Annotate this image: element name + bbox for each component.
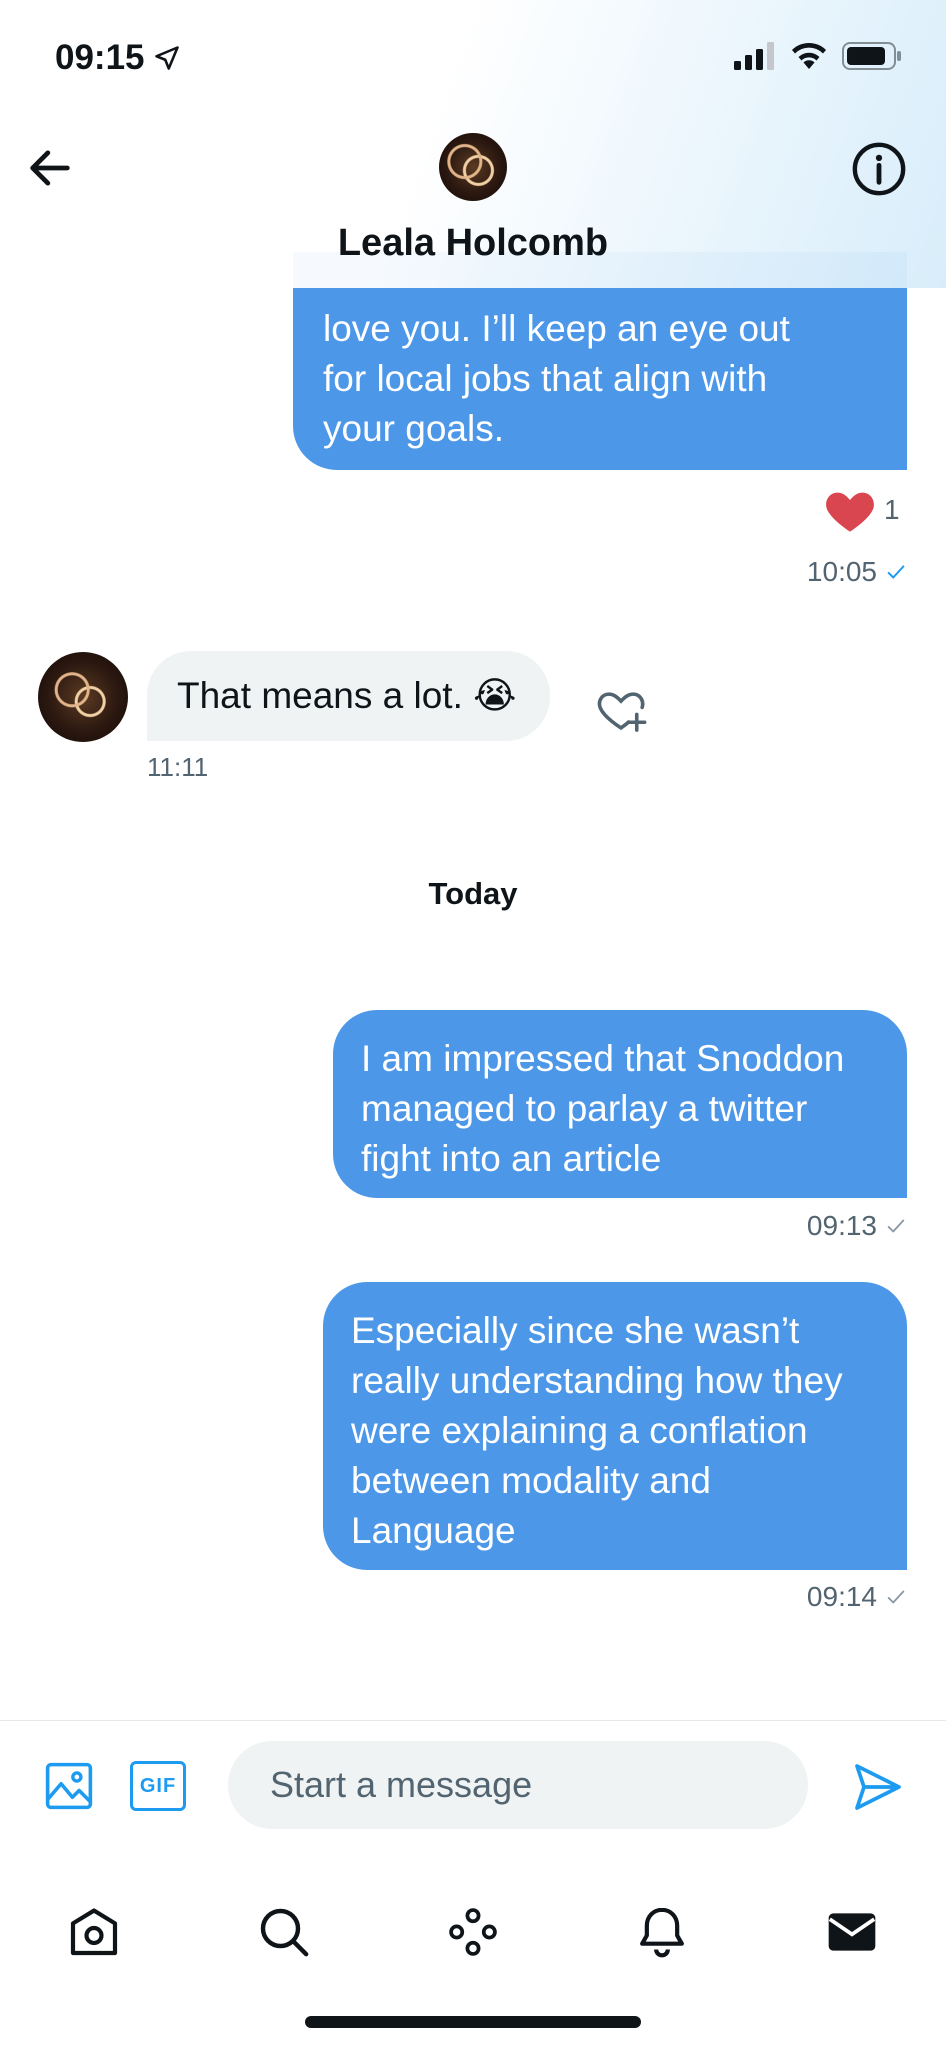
clock-text: 09:15 [55,38,145,77]
timestamp-text: 09:13 [806,1210,877,1241]
add-photo-button[interactable] [42,1759,96,1813]
message-timestamp: 09:14 [807,1581,907,1613]
message-input[interactable] [228,1741,808,1829]
heart-plus-icon [597,692,647,732]
day-separator: Today [428,876,518,911]
message-text: Especially since she wasn’t really under… [351,1310,843,1551]
bell-icon [640,1907,684,1958]
sent-check-icon [887,1219,905,1233]
gif-icon: GIF [130,1761,186,1811]
reaction-count: 1 [884,494,900,525]
add-reaction-button[interactable] [594,684,648,738]
contact-avatar[interactable] [38,652,128,742]
read-check-icon [887,565,905,579]
gif-label: GIF [139,1774,177,1797]
image-icon [45,1762,93,1810]
search-icon [260,1908,309,1957]
message-bubble-outgoing[interactable]: Especially since she wasn’t really under… [323,1282,907,1570]
battery-icon [842,42,901,70]
conversation-info-button[interactable] [850,140,908,198]
tab-spaces[interactable] [443,1902,503,1962]
heart-filled-icon [826,492,874,532]
message-text: I am impressed that Snoddon managed to p… [361,1038,845,1179]
home-icon [70,1908,118,1956]
message-bubble-outgoing[interactable]: I am impressed that Snoddon managed to p… [333,1010,907,1198]
message-timestamp: 09:13 [807,1210,907,1242]
send-icon [855,1764,901,1810]
mail-icon [828,1913,876,1951]
message-timestamp: 11:11 [147,752,208,783]
header-avatar[interactable] [439,133,507,201]
send-button[interactable] [850,1759,906,1815]
home-indicator [305,2016,641,2028]
message-composer: GIF [0,1720,946,1848]
timestamp-text: 10:05 [806,556,877,587]
tab-home[interactable] [64,1902,124,1962]
spaces-icon [449,1908,497,1956]
message-timestamp: 10:05 [807,556,907,588]
status-bar-indicators [734,42,902,70]
wifi-icon [792,42,826,69]
timestamp-text: 09:14 [806,1581,877,1612]
message-bubble-incoming[interactable]: That means a lot. 😭 [147,651,551,741]
bottom-tab-bar [0,1848,946,2048]
conversation-header: 09:15 Leala Holcomb [0,0,946,288]
add-gif-button[interactable]: GIF [130,1759,186,1813]
tab-search[interactable] [254,1902,314,1962]
info-icon [852,142,906,196]
heart-reaction[interactable]: 1 [824,486,900,534]
tab-notifications[interactable] [632,1902,692,1962]
sent-check-icon [887,1590,905,1604]
arrow-left-icon [30,150,70,186]
status-bar-time: 09:15 [55,38,181,78]
timestamp-text: 11:11 [147,752,209,782]
tab-messages[interactable] [822,1902,882,1962]
contact-name[interactable]: Leala Holcomb [0,222,946,265]
back-button[interactable] [24,142,76,194]
message-text: That means a lot. 😭 [177,675,517,716]
location-arrow-icon [154,46,179,70]
cellular-signal-icon [734,42,774,70]
